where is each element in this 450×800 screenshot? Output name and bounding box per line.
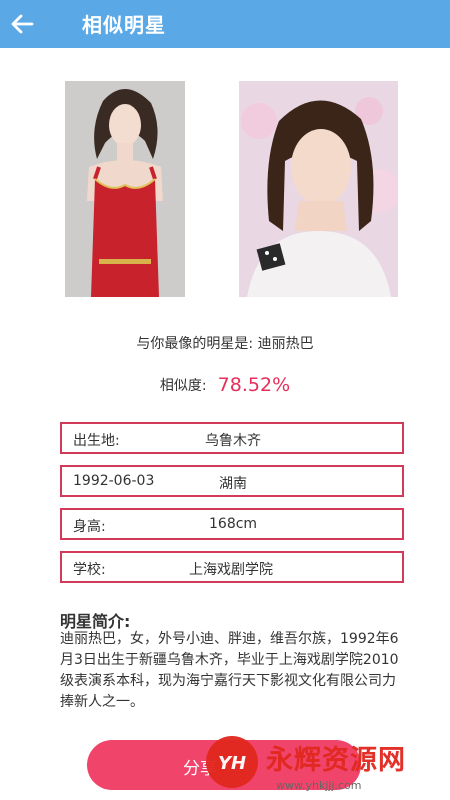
star-photo (239, 81, 398, 297)
arrow-left-icon (11, 14, 34, 34)
watermark-url: www.yhkjjj.com (276, 779, 362, 792)
info-label: 学校: (73, 562, 106, 578)
watermark: YH 永辉资源网 www.yhkjjj.com (200, 730, 450, 800)
info-value: 乌鲁木齐 (205, 433, 261, 449)
watermark-text: 永辉资源网 (266, 745, 406, 776)
watermark-logo: YH (206, 736, 258, 788)
info-row-school: 学校: 上海戏剧学院 (60, 551, 404, 583)
svg-text:YH: YH (218, 753, 246, 774)
similarity-label: 相似度: (159, 378, 207, 394)
back-button[interactable] (6, 4, 46, 44)
similarity-value: 78.52% (217, 374, 291, 396)
info-row-height: 身高: 168cm (60, 508, 404, 540)
info-value: 168cm (209, 516, 258, 532)
intro-text: 迪丽热巴，女，外号小迪、胖迪，维吾尔族，1992年6月3日出生于新疆乌鲁木齐，毕… (60, 631, 399, 710)
info-label: 出生地: (73, 433, 120, 449)
info-row-birthdate: 1992-06-03 湖南 (60, 465, 404, 497)
page-title: 相似明星 (82, 13, 166, 37)
info-value: 上海戏剧学院 (189, 562, 273, 578)
match-result-text: 与你最像的明星是: 迪丽热巴 (136, 336, 314, 352)
info-label: 1992-06-03 (73, 473, 155, 489)
similarity-row: 相似度: 78.52% (0, 374, 450, 396)
user-photo (65, 81, 185, 297)
app-bar: 相似明星 (0, 0, 450, 48)
info-value: 湖南 (219, 476, 247, 492)
info-row-birthplace: 出生地: 乌鲁木齐 (60, 422, 404, 454)
info-label: 身高: (73, 519, 106, 535)
